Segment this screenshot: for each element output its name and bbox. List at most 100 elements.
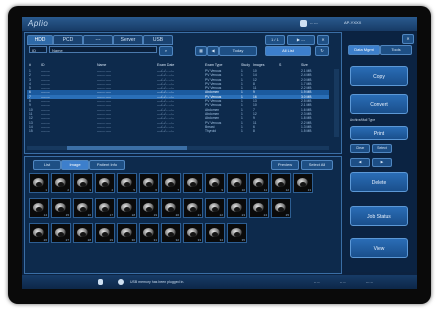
thumbnail-shadow: [80, 232, 86, 237]
table-cell: ------- -----: [97, 129, 112, 134]
ultrasound-thumbnail[interactable]: 4: [95, 173, 115, 193]
col-exam-date: Exam Date: [157, 63, 175, 67]
thumbnail-grid: 1 2 3 4 5 6 7 8 9 10 11 12 13 14 15 16 17 18 19 20 21 22 23 24 2…: [29, 173, 317, 248]
copy-button[interactable]: Copy: [350, 66, 408, 86]
tab-patient-info[interactable]: Patient Info: [89, 160, 125, 170]
ultrasound-thumbnail[interactable]: 32: [161, 223, 181, 243]
ultrasound-thumbnail[interactable]: 29: [95, 223, 115, 243]
ultrasound-thumbnail[interactable]: 15: [51, 198, 71, 218]
machine-id: AP-YXXX: [344, 20, 362, 25]
tab-tools[interactable]: Tools: [380, 45, 412, 55]
ultrasound-thumbnail[interactable]: 25: [271, 198, 291, 218]
ultrasound-thumbnail[interactable]: 9: [205, 173, 225, 193]
tab-pcd[interactable]: PCD: [53, 35, 83, 45]
job-status-button[interactable]: Job Status: [350, 206, 408, 226]
ultrasound-thumbnail[interactable]: 23: [227, 198, 247, 218]
ultrasound-thumbnail[interactable]: 2: [51, 173, 71, 193]
ultrasound-thumbnail[interactable]: 21: [183, 198, 203, 218]
ultrasound-thumbnail[interactable]: 33: [183, 223, 203, 243]
preview-button[interactable]: Preview: [271, 160, 299, 170]
study-rows: 1 -------- ------- ----- ----/--/-- --:-- PV…: [27, 69, 329, 133]
list-vertical-scrollbar[interactable]: [334, 69, 339, 137]
ultrasound-thumbnail[interactable]: 6: [139, 173, 159, 193]
list-horizontal-scrollbar[interactable]: [27, 146, 329, 150]
thumbnail-shadow: [36, 182, 42, 187]
close-list-button[interactable]: ✕: [317, 35, 329, 45]
calendar-icon[interactable]: ▦: [195, 46, 207, 56]
print-label: Print: [373, 131, 385, 137]
view-button[interactable]: View: [350, 238, 408, 258]
thumbnail-shadow: [168, 207, 174, 212]
ultrasound-thumbnail[interactable]: 5: [117, 173, 137, 193]
delete-button[interactable]: Delete: [350, 172, 408, 192]
ultrasound-thumbnail[interactable]: 16: [73, 198, 93, 218]
ultrasound-thumbnail[interactable]: 24: [249, 198, 269, 218]
col-exam-type: Exam Type: [205, 63, 223, 67]
select-button[interactable]: Select: [372, 144, 392, 153]
ultrasound-thumbnail[interactable]: 34: [205, 223, 225, 243]
ultrasound-thumbnail[interactable]: 11: [249, 173, 269, 193]
thumbnail-shadow: [36, 232, 42, 237]
ultrasound-thumbnail[interactable]: 22: [205, 198, 225, 218]
tab-hdd[interactable]: HDD: [27, 35, 53, 45]
tab-data-mgmt[interactable]: Data Mgmt: [348, 45, 380, 55]
all-list-button[interactable]: All List: [265, 46, 311, 56]
tab-image[interactable]: Image: [61, 160, 89, 170]
thumbnail-number: 24: [263, 213, 267, 217]
thumbnail-shadow: [278, 207, 284, 212]
thumbnail-shadow: [212, 207, 218, 212]
thumbnail-number: 33: [197, 238, 201, 242]
ultrasound-thumbnail[interactable]: 13: [293, 173, 313, 193]
ultrasound-thumbnail[interactable]: 3: [73, 173, 93, 193]
scroll-thumb[interactable]: [67, 146, 187, 150]
table-row[interactable]: 15 -------- ------- ----- ----/--/-- --:-- T…: [27, 129, 329, 133]
thumbnail-number: 6: [155, 188, 157, 192]
ultrasound-thumbnail[interactable]: 35: [227, 223, 247, 243]
refresh-icon[interactable]: ↻: [315, 46, 329, 56]
ultrasound-thumbnail[interactable]: 12: [271, 173, 291, 193]
ultrasound-thumbnail[interactable]: 28: [73, 223, 93, 243]
prev-icon[interactable]: ◀: [350, 158, 370, 167]
thumbnail-number: 19: [153, 213, 157, 217]
prev-day-button[interactable]: ◀: [207, 46, 219, 56]
tab-list[interactable]: List: [33, 160, 61, 170]
ultrasound-thumbnail[interactable]: 14: [29, 198, 49, 218]
clear-button[interactable]: Clear: [350, 144, 370, 153]
close-icon[interactable]: ✕: [402, 34, 414, 44]
ultrasound-thumbnail[interactable]: 30: [117, 223, 137, 243]
ultrasound-thumbnail[interactable]: 8: [183, 173, 203, 193]
ultrasound-thumbnail[interactable]: 20: [161, 198, 181, 218]
thumbnail-number: 26: [43, 238, 47, 242]
thumbnail-shadow: [124, 182, 130, 187]
next-icon[interactable]: ▶: [372, 158, 392, 167]
print-button[interactable]: Print: [350, 126, 408, 140]
thumbnail-number: 32: [175, 238, 179, 242]
archive-type-label: Archive/Mail Type: [350, 118, 376, 122]
usb-icon: [98, 279, 103, 285]
thumbnail-number: 2: [67, 188, 69, 192]
tab-other[interactable]: ---: [83, 35, 113, 45]
thumbnail-shadow: [190, 207, 196, 212]
search-icon[interactable]: ⌕: [159, 46, 173, 56]
study-list-panel: HDD PCD --- Server USB 1 / 1 ▶ --- ✕ ID …: [24, 32, 342, 154]
today-button[interactable]: Today: [219, 46, 257, 56]
tab-usb[interactable]: USB: [143, 35, 173, 45]
thumbnail-number: 31: [153, 238, 157, 242]
select-all-button[interactable]: Select All: [301, 160, 333, 170]
convert-button[interactable]: Convert: [350, 94, 408, 114]
ultrasound-thumbnail[interactable]: 19: [139, 198, 159, 218]
ultrasound-thumbnail[interactable]: 26: [29, 223, 49, 243]
ultrasound-thumbnail[interactable]: 7: [161, 173, 181, 193]
thumbnail-row: 1 2 3 4 5 6 7 8 9 10 11 12 13: [29, 173, 317, 193]
ultrasound-thumbnail[interactable]: 18: [117, 198, 137, 218]
tab-server[interactable]: Server: [113, 35, 143, 45]
ultrasound-thumbnail[interactable]: 10: [227, 173, 247, 193]
ultrasound-thumbnail[interactable]: 1: [29, 173, 49, 193]
app-brand: Aplio: [28, 19, 49, 28]
thumbnail-shadow: [146, 207, 152, 212]
ultrasound-thumbnail[interactable]: 27: [51, 223, 71, 243]
name-search-input[interactable]: Name: [49, 46, 157, 53]
ultrasound-thumbnail[interactable]: 17: [95, 198, 115, 218]
ultrasound-thumbnail[interactable]: 31: [139, 223, 159, 243]
nav-button[interactable]: ▶ ---: [287, 35, 315, 45]
